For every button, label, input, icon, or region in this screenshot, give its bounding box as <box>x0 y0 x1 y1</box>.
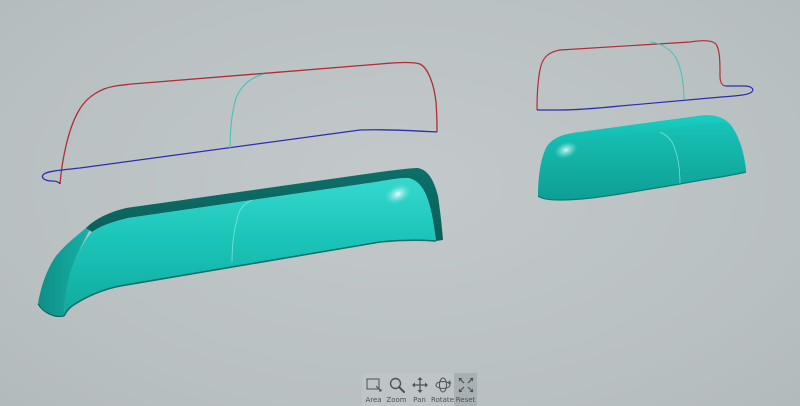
pan-label: Pan <box>413 396 426 404</box>
3d-viewport[interactable]: Area Zoom Pan Rotate Reset <box>0 0 800 406</box>
small-bottom-curve-blue <box>537 85 754 111</box>
four-arrows-icon <box>411 377 428 393</box>
3d-scene[interactable] <box>0 0 800 406</box>
pan-button[interactable]: Pan <box>408 373 431 406</box>
small-mid-curve-cyan <box>649 41 685 101</box>
rotate-orbit-icon <box>435 377 451 393</box>
area-button[interactable]: Area <box>362 373 385 406</box>
magnifier-icon <box>389 377 405 393</box>
area-label: Area <box>365 396 382 404</box>
reset-button[interactable]: Reset <box>454 373 477 406</box>
large-profile-curves[interactable] <box>41 61 438 185</box>
reset-label: Reset <box>455 396 476 404</box>
large-mid-curve-cyan <box>229 73 265 149</box>
rotate-button[interactable]: Rotate <box>431 373 454 406</box>
view-toolbar: Area Zoom Pan Rotate Reset <box>362 373 477 406</box>
small-solid-body[interactable] <box>537 115 747 201</box>
zoom-button[interactable]: Zoom <box>385 373 408 406</box>
zoom-label: Zoom <box>386 396 407 404</box>
rotate-label: Rotate <box>431 396 454 404</box>
large-solid-body[interactable] <box>37 168 443 317</box>
small-profile-curves[interactable] <box>536 40 754 111</box>
area-select-icon <box>366 378 381 392</box>
expand-arrows-icon <box>458 377 473 393</box>
